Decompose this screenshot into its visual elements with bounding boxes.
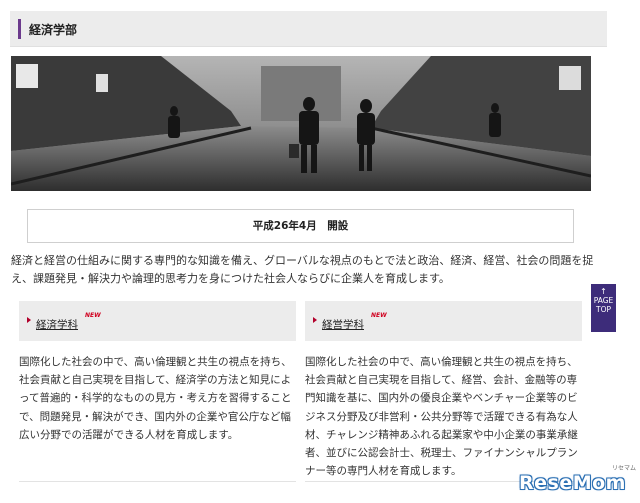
new-badge: NEW (85, 312, 101, 319)
column-divider (19, 481, 296, 482)
arrow-up-icon: ↑ (600, 287, 607, 296)
dept-link-management[interactable]: 経営学科 (322, 317, 364, 332)
dept-link-economics[interactable]: 経済学科 (36, 317, 78, 332)
dept-description-economics: 国際化した社会の中で、高い倫理観と共生の視点を持ち、社会貢献と自己実現を目指して… (19, 356, 292, 441)
faculty-intro: 経済と経営の仕組みに関する専門的な知識を備え、グローバルな視点のもとで法と政治、… (11, 254, 594, 285)
new-badge: NEW (371, 312, 387, 319)
arrow-right-icon (27, 317, 31, 323)
dept-header-economics[interactable]: 経済学科 NEW (19, 301, 296, 341)
page-top-button[interactable]: ↑ PAGE TOP (591, 284, 616, 332)
page-top-label-1: PAGE (593, 296, 614, 305)
logo-subtext: リセマム (612, 465, 637, 472)
logo-text: ReseMom (519, 472, 626, 494)
hero-photo (11, 56, 591, 191)
dept-header-management[interactable]: 経営学科 NEW (305, 301, 582, 341)
hero-photo-graphic (11, 56, 591, 191)
opening-date-box: 平成26年4月 開設 (27, 209, 574, 243)
page-title: 経済学部 (29, 23, 78, 37)
resemom-logo: リセマム ReseMom (515, 462, 640, 503)
section-header: 経済学部 (10, 11, 607, 47)
page-top-label-2: TOP (595, 305, 611, 314)
arrow-right-icon (313, 317, 317, 323)
header-accent-bar (18, 19, 21, 39)
